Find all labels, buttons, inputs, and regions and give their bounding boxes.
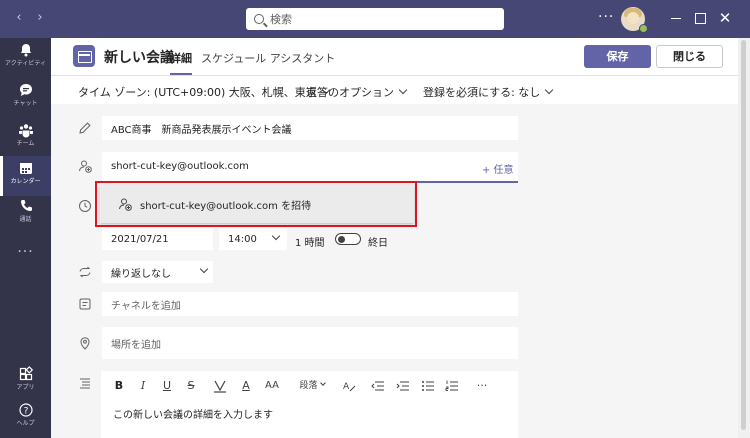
scrollbar-thumb[interactable]	[741, 40, 746, 430]
maximize-icon[interactable]	[693, 11, 707, 25]
repeat-dropdown[interactable]: 繰り返しなし	[102, 261, 213, 283]
rail-label-help: ヘルプ	[16, 420, 35, 427]
highlight-annotation	[95, 181, 417, 227]
timezone-label: タイム ゾーン: (UTC+09:00) 大阪、札幌、東京	[78, 86, 317, 99]
rail-label-calendar: カレンダー	[10, 178, 41, 185]
decrease-indent-icon[interactable]	[370, 379, 386, 393]
rail-item-teams[interactable]: チーム	[0, 118, 51, 158]
more-formatting-icon[interactable]: ···	[472, 379, 492, 393]
increase-indent-icon[interactable]	[395, 379, 411, 393]
italic-button[interactable]: I	[135, 379, 151, 393]
repeat-icon	[79, 266, 91, 278]
details-list-icon	[80, 378, 90, 389]
back-arrow-icon[interactable]: ‹	[12, 10, 26, 26]
header-divider	[51, 75, 738, 76]
repeat-value: 繰り返しなし	[111, 268, 171, 280]
underline-button[interactable]: U	[159, 379, 175, 393]
rail-more-icon[interactable]: ···	[0, 244, 51, 260]
font-color-button[interactable]: A	[238, 379, 254, 393]
details-placeholder: この新しい会議の詳細を入力します	[113, 410, 273, 421]
strikethrough-button[interactable]: S	[183, 379, 199, 393]
teams-icon	[18, 124, 33, 138]
paragraph-dropdown[interactable]: 段落	[296, 379, 328, 393]
add-person-icon	[79, 160, 92, 173]
all-day-toggle[interactable]	[335, 233, 361, 245]
rail-label-activity: アクティビティ	[5, 60, 46, 67]
rail-item-apps[interactable]: アプリ	[0, 362, 51, 402]
duration-label: 1 時間	[295, 238, 325, 249]
rail-item-calls[interactable]: 通話	[0, 194, 51, 234]
reply-options-label: 返答のオプション	[306, 86, 394, 99]
page-title: 新しい会議	[104, 50, 174, 66]
add-optional-attendee-link[interactable]: + 任意	[482, 161, 514, 176]
close-window-icon[interactable]: ✕	[718, 11, 732, 26]
time-value: 14:00	[228, 233, 257, 245]
help-icon: ?	[18, 403, 33, 417]
rail-label-calls: 通話	[19, 216, 32, 223]
bell-icon	[20, 44, 31, 57]
paragraph-label: 段落	[299, 381, 318, 391]
tab-scheduling-assistant[interactable]: スケジュール アシスタント	[201, 50, 335, 66]
rail-item-help[interactable]: ? ヘルプ	[0, 398, 51, 438]
save-button[interactable]: 保存	[584, 45, 651, 68]
minimize-icon[interactable]	[669, 11, 683, 25]
close-button[interactable]: 閉じる	[656, 45, 723, 68]
reply-options-dropdown[interactable]: 返答のオプション	[306, 84, 408, 100]
rail-item-activity[interactable]: アクティビティ	[0, 38, 51, 78]
meeting-calendar-icon	[73, 45, 95, 67]
date-field[interactable]: 2021/07/21	[102, 228, 213, 250]
font-size-button[interactable]: AA	[262, 379, 282, 393]
apps-icon	[19, 366, 33, 381]
rail-label-chat: チャット	[13, 100, 38, 107]
more-options-icon[interactable]: ···	[598, 10, 614, 24]
time-field[interactable]: 14:00	[219, 228, 287, 250]
highlight-color-icon[interactable]	[212, 379, 228, 393]
chevron-down-icon	[271, 231, 281, 241]
registration-dropdown[interactable]: 登録を必須にする: なし	[423, 84, 554, 100]
forward-arrow-icon[interactable]: ›	[33, 10, 47, 26]
title-field[interactable]: ABC商事 新商品発表展示イベント会議	[102, 116, 518, 140]
avatar-face	[627, 12, 639, 24]
calendar-icon	[19, 163, 32, 174]
svg-text:A: A	[343, 382, 350, 392]
bold-button[interactable]: B	[111, 379, 127, 393]
tab-details[interactable]: 詳細	[170, 50, 192, 75]
search-placeholder: 検索	[270, 13, 292, 26]
rail-item-calendar[interactable]: カレンダー	[0, 156, 51, 196]
chevron-down-icon	[398, 85, 408, 95]
location-field[interactable]: 場所を追加	[102, 327, 518, 359]
chevron-down-icon	[199, 264, 209, 274]
clear-formatting-icon[interactable]: A	[341, 379, 357, 393]
pencil-icon	[79, 122, 91, 134]
rail-item-chat[interactable]: チャット	[0, 78, 51, 118]
timezone-dropdown[interactable]: タイム ゾーン: (UTC+09:00) 大阪、札幌、東京	[78, 84, 330, 100]
numbered-list-icon[interactable]	[444, 379, 460, 393]
phone-icon	[20, 200, 32, 212]
registration-label: 登録を必須にする: なし	[423, 86, 541, 99]
chat-icon	[19, 84, 32, 96]
chevron-down-icon	[319, 380, 326, 386]
channel-field[interactable]: チャネルを追加	[102, 292, 518, 316]
clock-icon	[79, 200, 91, 212]
attendee-field[interactable]: short-cut-key@outlook.com	[102, 152, 518, 183]
rail-label-teams: チーム	[16, 140, 35, 147]
svg-text:?: ?	[23, 406, 28, 416]
chevron-down-icon	[545, 85, 554, 95]
search-icon	[254, 14, 264, 24]
location-pin-icon	[80, 337, 90, 350]
all-day-label: 終日	[368, 238, 388, 249]
rail-label-apps: アプリ	[16, 384, 35, 391]
presence-status-icon	[639, 24, 648, 33]
channel-icon	[79, 298, 91, 310]
search-input[interactable]: 検索	[246, 8, 504, 30]
bulleted-list-icon[interactable]	[420, 379, 436, 393]
